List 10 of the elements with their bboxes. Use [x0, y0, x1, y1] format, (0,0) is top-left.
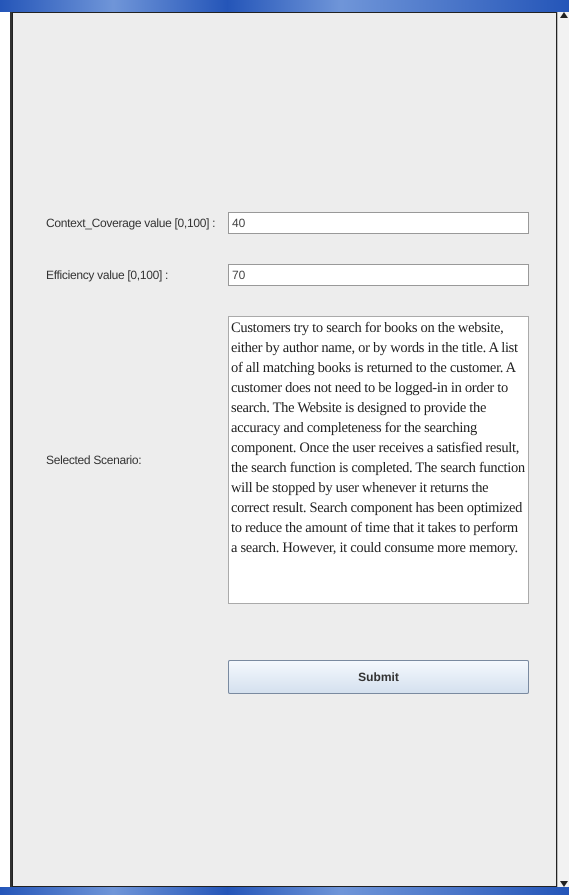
- field-label: Efficiency value [0,100] :: [46, 268, 170, 282]
- scrollbar[interactable]: [557, 12, 569, 887]
- field-label: Selected Scenario:: [46, 453, 142, 467]
- submit-button[interactable]: Submit: [228, 660, 529, 694]
- input-field[interactable]: 40: [228, 212, 529, 234]
- field-label: Context_Coverage value [0,100] :: [46, 216, 216, 230]
- scroll-up-icon[interactable]: [560, 12, 568, 18]
- scenario-text-area[interactable]: Customers try to search for books on the website, either by author name, or by words in the title. A list of all matching books is returned to the customer. A customer does not need to be logged-in in order to search. The Website is designed to provide the accuracy and completeness for the searching component. Once the user receives a satisfied result, the search function is completed. The search function will be stopped by user whenever it returns the correct result. Search component has been optimized to reduce the amount of time that it takes to perform a search. However, it could consume more memory.: [228, 316, 529, 604]
- input-field[interactable]: 70: [228, 264, 529, 286]
- scroll-down-icon[interactable]: [560, 881, 568, 887]
